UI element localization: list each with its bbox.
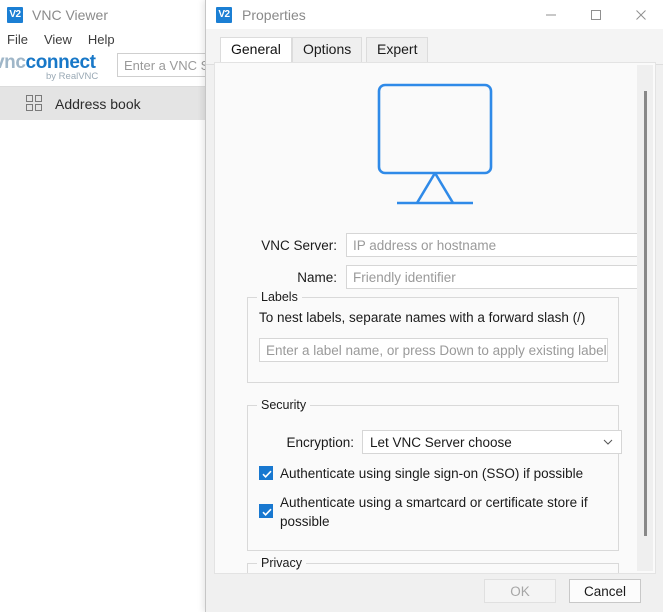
dialog-footer: OK Cancel [206,578,663,612]
maximize-button[interactable] [573,0,618,29]
menu-file[interactable]: File [0,30,37,49]
sso-checkbox-label: Authenticate using single sign-on (SSO) … [280,466,584,481]
window-controls [528,0,663,29]
vnc-connect-logo: vncconnect by RealVNC [0,50,110,84]
menu-help[interactable]: Help [81,30,124,49]
label-name-input[interactable]: Enter a label name, or press Down to app… [259,338,608,362]
dialog-app-icon: V2 [216,6,232,23]
privacy-groupbox: Privacy [247,556,619,573]
tab-general[interactable]: General [220,37,292,64]
cancel-button[interactable]: Cancel [569,579,641,603]
dialog-titlebar: V2 Properties [206,0,663,29]
vnc-app-icon: V2 [7,7,23,23]
sso-checkbox-row[interactable]: Authenticate using single sign-on (SSO) … [259,464,609,483]
smartcard-checkbox-label: Authenticate using a smartcard or certif… [280,495,588,529]
tab-options[interactable]: Options [292,37,363,64]
menu-view[interactable]: View [37,30,81,49]
properties-dialog: V2 Properties General Options Expert VNC… [205,0,663,612]
dialog-tabstrip: General Options Expert [206,29,663,65]
minimize-button[interactable] [528,0,573,29]
tab-expert[interactable]: Expert [366,37,429,64]
logo-vnc-text: vnc [0,52,26,73]
labels-hint-text: To nest labels, separate names with a fo… [259,310,586,325]
vnc-server-label: VNC Server: [261,237,337,253]
monitor-icon-wrap [215,79,655,211]
dialog-content-panel: VNC Server: IP address or hostname Name:… [214,62,656,574]
address-book-label: Address book [55,95,141,112]
close-icon [635,9,646,20]
maximize-icon [590,9,601,20]
dialog-scrollbar[interactable] [637,65,653,571]
sso-checkbox[interactable] [259,466,273,480]
ok-button[interactable]: OK [484,579,556,603]
name-label: Name: [297,269,337,285]
labels-groupbox: Labels To nest labels, separate names wi… [247,290,619,383]
logo-subtitle: by RealVNC [46,71,99,82]
logo-connect-text: connect [25,52,96,73]
name-row: Name: Friendly identifier [237,265,641,289]
grid-icon [26,95,43,112]
check-icon [262,470,272,478]
privacy-group-title: Privacy [257,556,306,570]
check-icon [262,508,272,516]
encryption-label: Encryption: [286,434,354,450]
screen: V2 VNC Viewer File View Help vncconnect … [0,0,663,612]
dialog-title: Properties [242,6,306,23]
vnc-server-input[interactable]: IP address or hostname [346,233,641,257]
encryption-select[interactable]: Let VNC Server choose [362,430,622,454]
encryption-row: Encryption: Let VNC Server choose [259,430,622,454]
security-group-title: Security [257,398,311,412]
labels-group-title: Labels [257,290,302,304]
encryption-selected-value: Let VNC Server choose [370,434,512,450]
minimize-icon [545,14,556,15]
smartcard-checkbox[interactable] [259,504,273,518]
vnc-server-row: VNC Server: IP address or hostname [237,233,641,257]
name-input[interactable]: Friendly identifier [346,265,641,289]
smartcard-checkbox-row[interactable]: Authenticate using a smartcard or certif… [259,493,604,531]
chevron-down-icon [603,439,613,445]
dialog-scrollbar-thumb[interactable] [644,91,647,536]
monitor-icon [377,83,493,205]
close-button[interactable] [618,0,663,29]
viewer-window-title: VNC Viewer [32,7,108,23]
security-groupbox: Security Encryption: Let VNC Server choo… [247,398,622,551]
